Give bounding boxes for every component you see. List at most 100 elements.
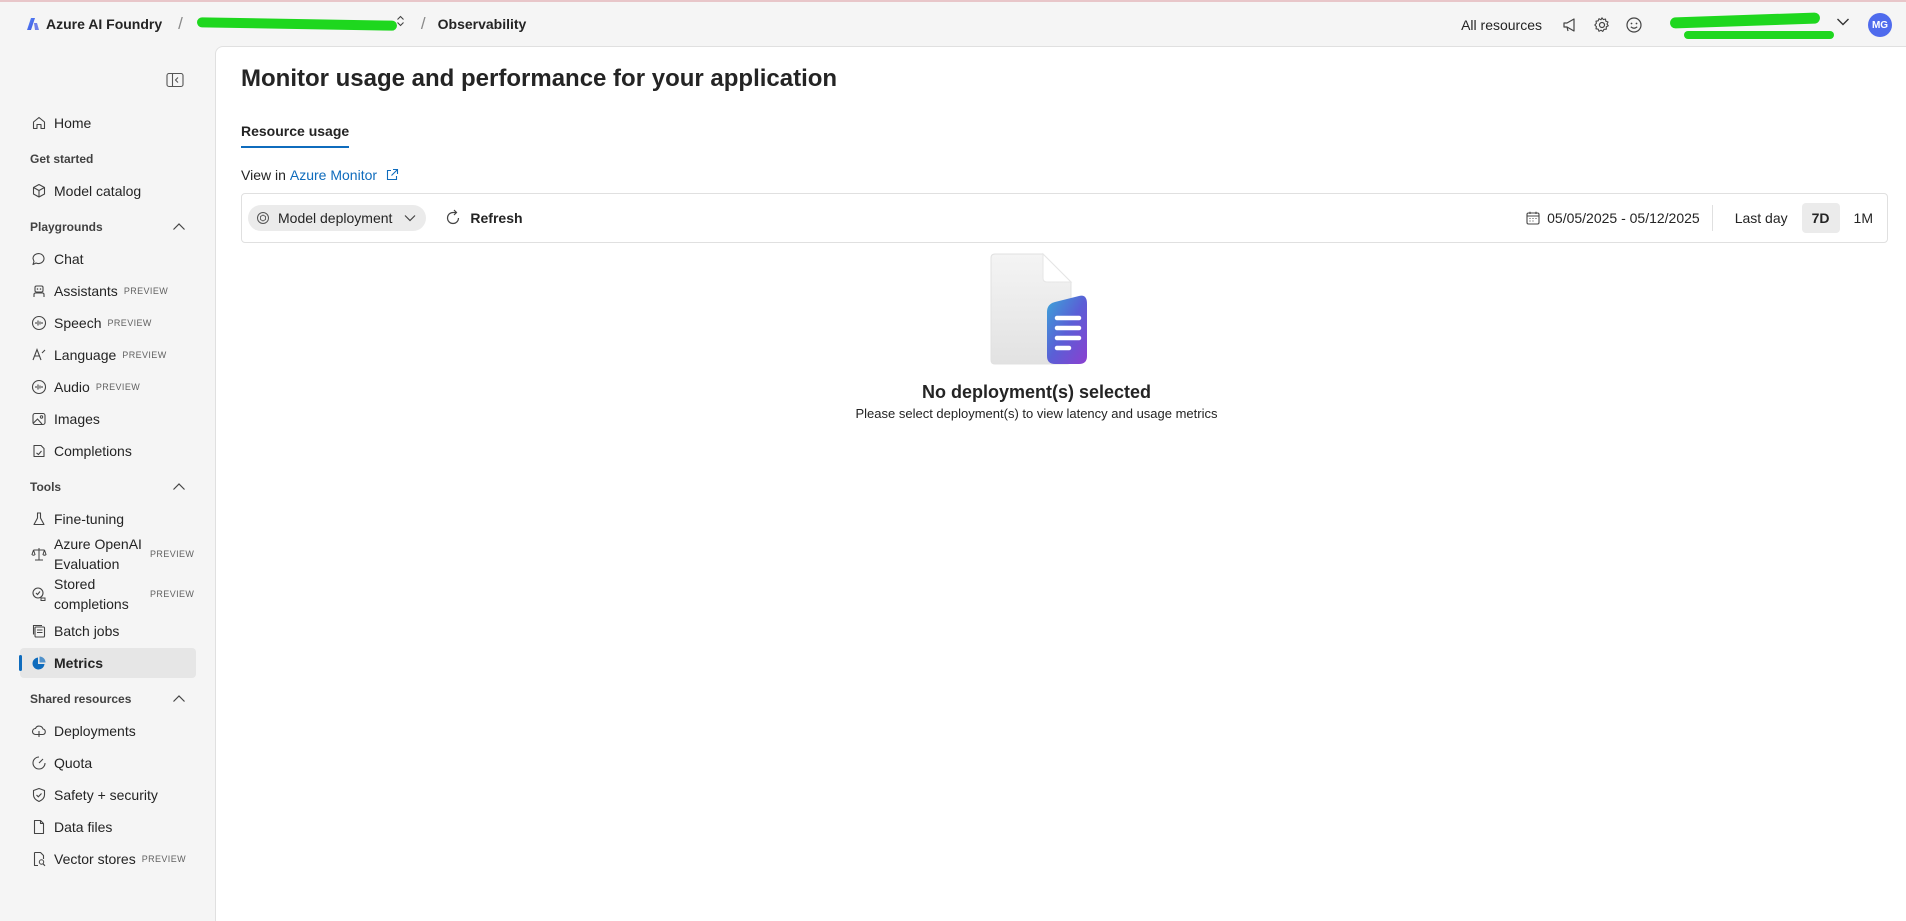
tab-resource-usage[interactable]: Resource usage xyxy=(241,123,350,148)
sidebar-item-label: Vector stores xyxy=(54,851,136,867)
date-range-picker[interactable]: 05/05/2025 - 05/12/2025 xyxy=(1525,205,1713,231)
calendar-icon xyxy=(1526,211,1540,225)
sidebar-item-deployments[interactable]: Deployments xyxy=(20,716,196,746)
chevron-up-icon xyxy=(173,483,185,490)
sidebar-item-batch-jobs[interactable]: Batch jobs xyxy=(20,616,196,646)
sidebar-item-label: Home xyxy=(54,115,92,131)
sidebar-item-home[interactable]: Home xyxy=(20,108,196,138)
sidebar-item-label: Fine-tuning xyxy=(54,511,125,527)
model-deployment-dropdown[interactable]: Model deployment xyxy=(248,205,427,231)
sidebar-item-images[interactable]: Images xyxy=(20,404,196,434)
range-1m-button[interactable]: 1M xyxy=(1844,203,1883,233)
empty-state: No deployment(s) selected Please select … xyxy=(216,252,1906,421)
sidebar-item-language[interactable]: Language PREVIEW xyxy=(20,340,196,370)
all-resources-link[interactable]: All resources xyxy=(1461,17,1542,33)
breadcrumb-current: Observability xyxy=(437,16,527,32)
brand-link[interactable]: Azure AI Foundry xyxy=(26,16,162,32)
preview-badge: PREVIEW xyxy=(95,382,141,392)
main-panel: Monitor usage and performance for your a… xyxy=(215,46,1906,921)
sidebar-item-chat[interactable]: Chat xyxy=(20,244,196,274)
completions-icon xyxy=(30,442,48,460)
language-icon xyxy=(30,346,48,364)
stored-completions-icon xyxy=(30,585,48,603)
range-last-day-button[interactable]: Last day xyxy=(1725,203,1798,233)
sidebar-item-fine-tuning[interactable]: Fine-tuning xyxy=(20,504,196,534)
foundry-logo-icon xyxy=(27,18,39,30)
deployment-cube-icon xyxy=(257,212,269,224)
range-7d-button[interactable]: 7D xyxy=(1801,203,1840,233)
section-shared-resources[interactable]: Shared resources xyxy=(30,692,186,706)
sidebar-item-label: Audio xyxy=(54,379,90,395)
breadcrumb-separator: / xyxy=(420,14,426,33)
preview-badge: PREVIEW xyxy=(107,318,152,328)
refresh-icon xyxy=(447,209,460,225)
sidebar-item-label: Model catalog xyxy=(54,183,142,199)
refresh-label: Refresh xyxy=(470,210,523,226)
sidebar-item-safety-security[interactable]: Safety + security xyxy=(20,780,196,810)
refresh-button[interactable]: Refresh xyxy=(444,209,523,227)
brand-label: Azure AI Foundry xyxy=(46,16,163,32)
scale-balance-icon xyxy=(30,545,48,563)
sidebar-item-label: Speech xyxy=(54,315,102,331)
external-link-icon[interactable] xyxy=(385,168,399,182)
project-picker[interactable] xyxy=(195,13,405,35)
sidebar-item-metrics[interactable]: Metrics xyxy=(19,648,196,678)
page-title: Monitor usage and performance for your a… xyxy=(241,65,838,92)
breadcrumb-separator: / xyxy=(178,14,183,33)
redacted-project-name xyxy=(196,17,397,31)
sidebar-item-assistants[interactable]: Assistants PREVIEW xyxy=(20,276,196,306)
shield-icon xyxy=(30,786,48,804)
home-icon xyxy=(30,114,48,132)
chevron-up-down-icon xyxy=(396,15,405,28)
megaphone-icon[interactable] xyxy=(1560,15,1580,35)
section-label: Shared resources xyxy=(30,692,132,706)
model-deployment-label: Model deployment xyxy=(278,210,393,226)
avatar[interactable]: MG xyxy=(1868,13,1892,37)
sidebar-item-completions[interactable]: Completions xyxy=(20,436,196,466)
document-icon xyxy=(30,818,48,836)
chat-bubbles-icon xyxy=(30,250,48,268)
sidebar-item-label: Azure OpenAI Evaluation xyxy=(54,536,142,572)
sidebar-item-vector-stores[interactable]: Vector stores PREVIEW xyxy=(20,844,196,874)
sidebar-item-label: Metrics xyxy=(54,655,104,671)
quota-icon xyxy=(30,754,48,772)
date-range-value: 05/05/2025 - 05/12/2025 xyxy=(1547,210,1700,226)
empty-state-subtitle: Please select deployment(s) to view late… xyxy=(855,406,1218,421)
sidebar-item-evaluation[interactable]: Azure OpenAI Evaluation PREVIEW xyxy=(20,534,196,574)
audio-wave-icon xyxy=(30,314,48,332)
gear-icon[interactable] xyxy=(1592,15,1612,35)
sidebar-item-data-files[interactable]: Data files xyxy=(20,812,196,842)
document-search-icon xyxy=(30,850,48,868)
sidebar-item-stored-completions[interactable]: Stored completions PREVIEW xyxy=(20,574,196,614)
preview-badge: PREVIEW xyxy=(123,286,169,296)
sidebar-item-label: Quota xyxy=(54,755,93,771)
images-icon xyxy=(30,410,48,428)
azure-monitor-link[interactable]: Azure Monitor xyxy=(290,167,377,183)
sidebar-item-label: Language xyxy=(54,347,117,363)
sidebar-item-label: Deployments xyxy=(54,723,136,739)
account-switcher[interactable] xyxy=(1669,7,1850,43)
sidebar-item-speech[interactable]: Speech PREVIEW xyxy=(20,308,196,338)
sidebar-item-quota[interactable]: Quota xyxy=(20,748,196,778)
bot-icon xyxy=(30,282,48,300)
sidebar: Home Get started Model catalog Playgroun… xyxy=(0,46,215,921)
preview-badge: PREVIEW xyxy=(122,350,167,360)
sidebar-item-label: Assistants xyxy=(54,283,118,299)
cube-catalog-icon xyxy=(30,182,48,200)
section-label: Tools xyxy=(30,480,62,494)
cloud-deploy-icon xyxy=(30,722,48,740)
sidebar-item-label: Data files xyxy=(54,819,113,835)
sidebar-item-label: Safety + security xyxy=(54,787,158,803)
sidebar-item-audio[interactable]: Audio PREVIEW xyxy=(20,372,196,402)
smiley-feedback-icon[interactable] xyxy=(1624,15,1644,35)
section-tools[interactable]: Tools xyxy=(30,480,186,494)
sidebar-item-label: Batch jobs xyxy=(54,623,120,639)
metrics-pie-chart-icon xyxy=(30,654,48,672)
section-playgrounds[interactable]: Playgrounds xyxy=(30,220,186,234)
sidebar-item-model-catalog[interactable]: Model catalog xyxy=(20,176,196,206)
metrics-toolbar: Model deployment Refresh 05/05/2025 - 05… xyxy=(241,193,1888,243)
empty-state-title: No deployment(s) selected xyxy=(921,382,1152,402)
preview-badge: PREVIEW xyxy=(150,589,195,599)
collapse-sidebar-icon[interactable] xyxy=(166,72,184,88)
view-in-label: View in xyxy=(241,167,286,183)
